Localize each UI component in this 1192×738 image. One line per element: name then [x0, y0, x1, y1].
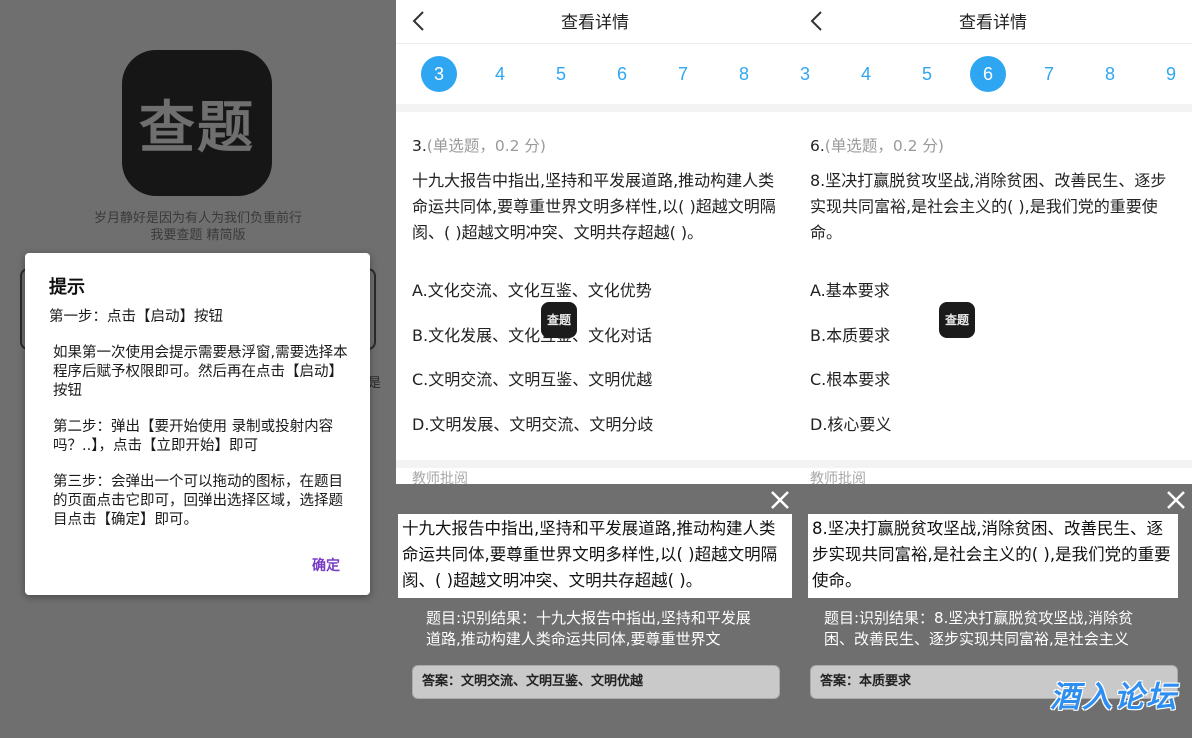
question-number-8[interactable]: 8 [1092, 56, 1128, 92]
question-text: 8.坚决打赢脱贫攻坚战,消除贫困、改善民生、逐步实现共同富裕,是社会主义的( )… [810, 171, 1167, 242]
question-number-4[interactable]: 4 [482, 56, 518, 92]
question-type: (单选题，0.2 分) [824, 137, 944, 155]
answer-box: 答案：文明交流、文明互鉴、文明优越 [412, 665, 780, 699]
section-divider [396, 104, 794, 112]
dialog-step-2: 第二步：弹出【要开始使用 录制或投射内容吗？..】，点击【立即开始】即可 [53, 419, 334, 454]
slogan-line-2: 我要查题 精简版 [150, 228, 246, 243]
option-b[interactable]: B.本质要求 [810, 322, 890, 346]
slogan: 岁月静好是因为有人为我们负重前行 我要查题 精简版 [0, 210, 396, 244]
app-home-screen: 查题 岁月静好是因为有人为我们负重前行 我要查题 精简版 是 提示 第一步：点击… [0, 0, 396, 738]
question-meta: 6.(单选题，0.2 分) [810, 134, 944, 156]
question-text: 十九大报告中指出,坚持和平发展道路,推动构建人类命运共同体,要尊重世界文明多样性… [412, 171, 776, 242]
slogan-line-1: 岁月静好是因为有人为我们负重前行 [93, 211, 302, 226]
page-title: 查看详情 [959, 13, 1027, 33]
question-number-6[interactable]: 6 [970, 56, 1006, 92]
section-divider [794, 104, 1192, 112]
question-type: (单选题，0.2 分) [426, 137, 546, 155]
question-number-3[interactable]: 3 [421, 56, 457, 92]
detail-screen-question-6: 查看详情 3 4 5 6 7 8 9 6.(单选题，0.2 分) 8.坚决打赢脱… [794, 0, 1192, 738]
question-number-8[interactable]: 8 [726, 56, 762, 92]
close-icon[interactable] [1164, 488, 1188, 512]
app-logo-text: 查题 [139, 95, 255, 161]
question-number-nav: 3 4 5 6 7 8 [396, 56, 794, 94]
question-number-9[interactable]: 9 [1153, 56, 1189, 92]
recognition-result: 题目:识别结果：8.坚决打赢脱贫攻坚战,消除贫困、改善民生、逐步实现共同富裕,是… [824, 609, 1134, 648]
question-number-5[interactable]: 5 [909, 56, 945, 92]
header-bar: 查看详情 [794, 0, 1192, 44]
option-d[interactable]: D.核心要义 [810, 411, 891, 435]
dialog-step-3: 第三步：会弹出一个可以拖动的图标，在题目的页面点击它即可，回弹出选择区域，选择题… [53, 474, 343, 528]
forum-watermark: 酒入论坛 [1050, 680, 1178, 715]
question-number-nav: 3 4 5 6 7 8 9 [794, 56, 1192, 94]
app-logo: 查题 [122, 50, 272, 196]
header-bar: 查看详情 [396, 0, 794, 44]
option-c[interactable]: C.根本要求 [810, 366, 890, 390]
close-icon[interactable] [768, 488, 792, 512]
question-meta: 3.(单选题，0.2 分) [412, 134, 546, 156]
dialog-step-1: 第一步：点击【启动】按钮 [49, 309, 223, 325]
floating-search-icon[interactable]: 查题 [541, 302, 577, 338]
recognition-overlay: 十九大报告中指出,坚持和平发展道路,推动构建人类命运共同体,要尊重世界文明多样性… [396, 484, 794, 738]
option-d[interactable]: D.文明发展、文明交流、文明分歧 [412, 411, 653, 435]
question-number-7[interactable]: 7 [665, 56, 701, 92]
page-title: 查看详情 [561, 13, 629, 33]
question-number: 6. [810, 137, 825, 155]
section-divider-2 [794, 460, 1192, 468]
option-c[interactable]: C.文明交流、文明互鉴、文明优越 [412, 366, 652, 390]
dialog-permission-note: 如果第一次使用会提示需要悬浮窗,需要选择本程序后赋予权限即可。然后再在点击【启动… [53, 345, 348, 399]
dialog-title: 提示 [49, 277, 85, 298]
selection-capture: 8.坚决打赢脱贫攻坚战,消除贫困、改善民生、逐步实现共同富裕,是社会主义的( )… [808, 514, 1178, 598]
question-number-3[interactable]: 3 [794, 56, 823, 92]
question-number-7[interactable]: 7 [1031, 56, 1067, 92]
section-divider-2 [396, 460, 794, 468]
confirm-button[interactable]: 确定 [312, 555, 340, 575]
selection-capture: 十九大报告中指出,坚持和平发展道路,推动构建人类命运共同体,要尊重世界文明多样性… [398, 514, 792, 598]
question-number-6[interactable]: 6 [604, 56, 640, 92]
option-b[interactable]: B.文化发展、文化互鉴、文化对话 [412, 322, 652, 346]
floating-search-icon[interactable]: 查题 [939, 302, 975, 338]
dialog-body: 第一步：点击【启动】按钮 如果第一次使用会提示需要悬浮窗,需要选择本程序后赋予权… [49, 308, 349, 547]
question-number: 3. [412, 137, 427, 155]
option-a[interactable]: A.文化交流、文化互鉴、文化优势 [412, 277, 652, 301]
tip-dialog: 提示 第一步：点击【启动】按钮 如果第一次使用会提示需要悬浮窗,需要选择本程序后… [25, 253, 370, 595]
question-number-5[interactable]: 5 [543, 56, 579, 92]
option-a[interactable]: A.基本要求 [810, 277, 890, 301]
detail-screen-question-3: 查看详情 3 4 5 6 7 8 3.(单选题，0.2 分) 十九大报告中指出,… [396, 0, 794, 738]
question-number-4[interactable]: 4 [848, 56, 884, 92]
recognition-result: 题目:识别结果：十九大报告中指出,坚持和平发展道路,推动构建人类命运共同体,要尊… [426, 609, 751, 648]
